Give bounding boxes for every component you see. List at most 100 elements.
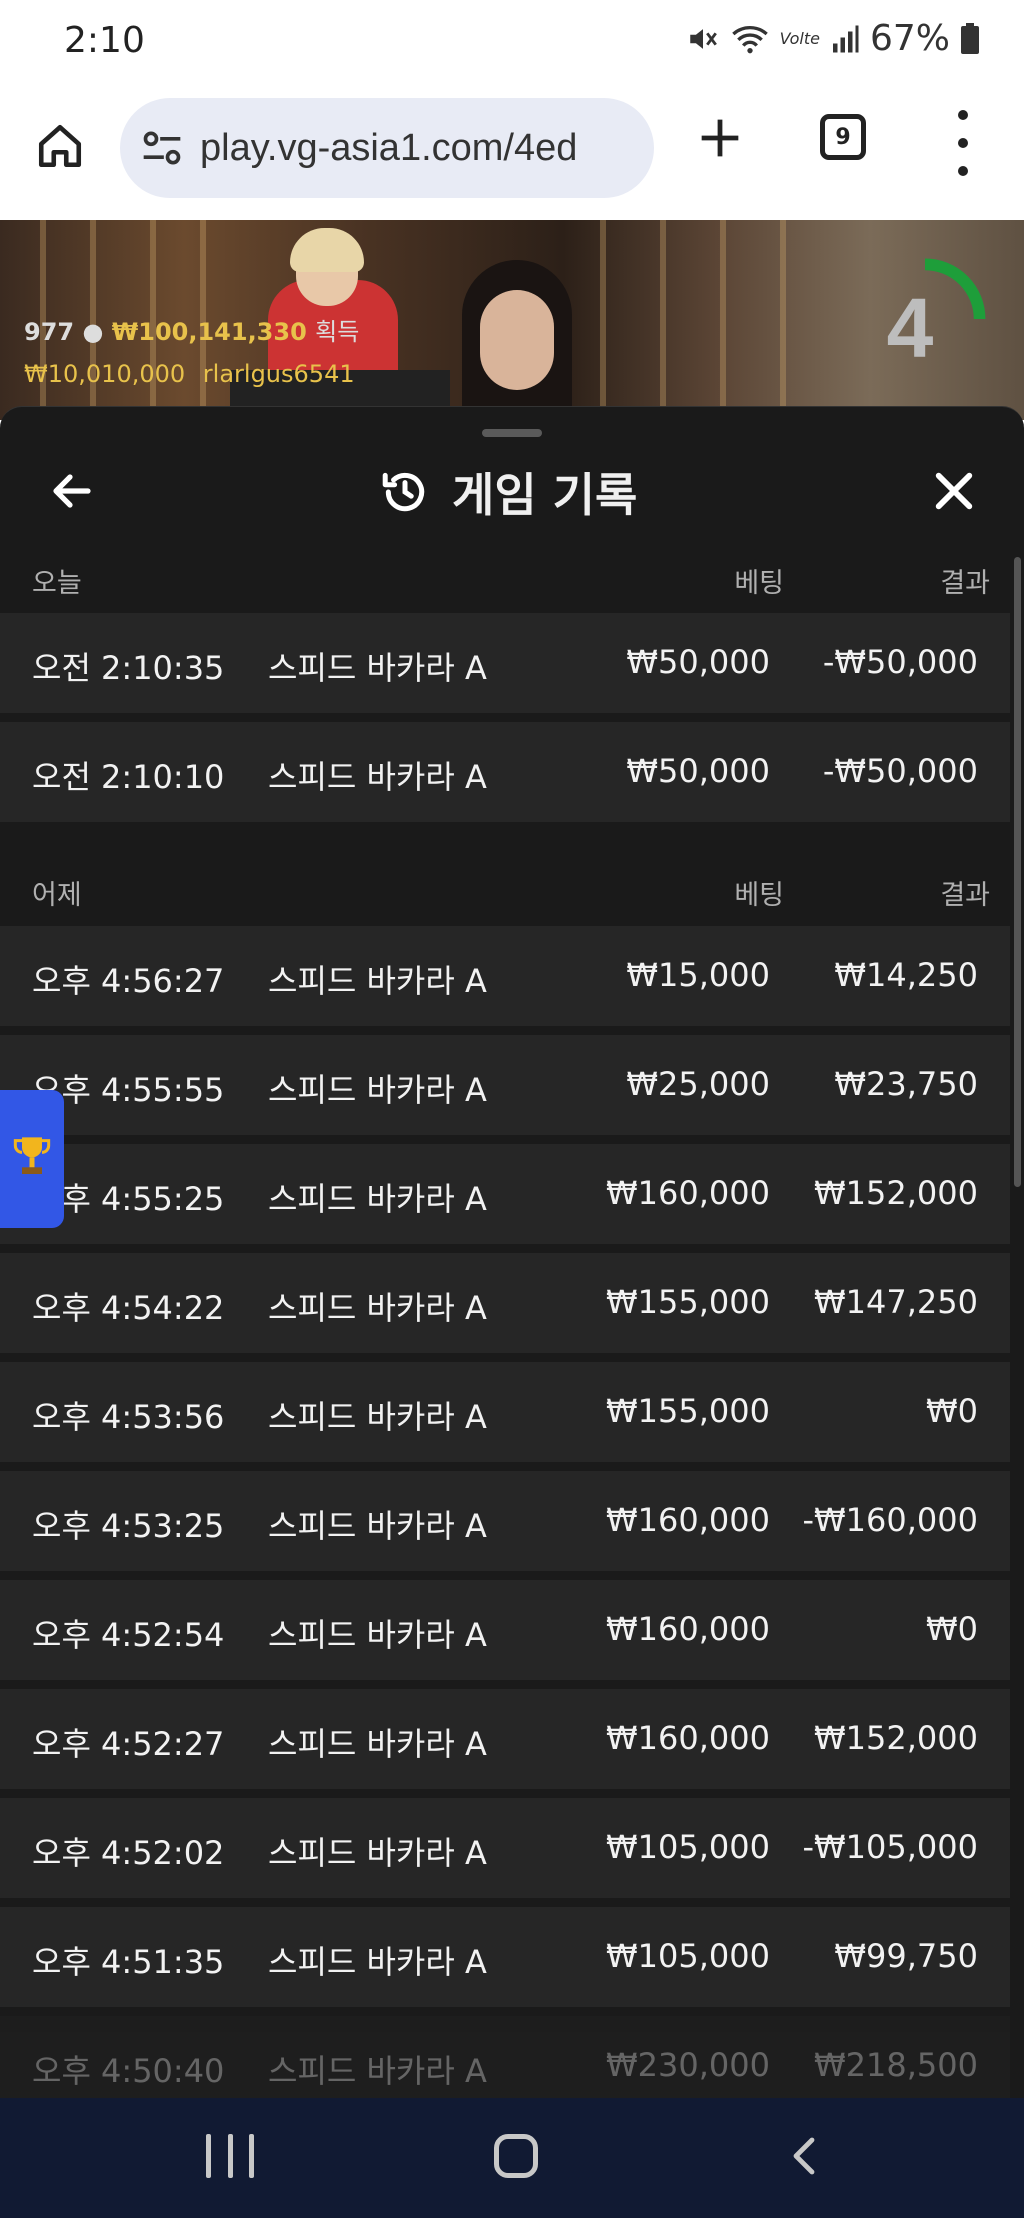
status-time: 2:10: [64, 20, 145, 61]
home-nav-button[interactable]: [494, 2134, 538, 2178]
row-time: 오후 4:54:22: [32, 1289, 225, 1327]
battery-percent: 67%: [869, 18, 950, 59]
game-history-sheet: 게임 기록 오늘 베팅 결과 오전 2:10:35 스피드 바카라 A ₩50,…: [0, 406, 1024, 2099]
history-row[interactable]: 오전 2:10:10 스피드 바카라 A ₩50,000 -₩50,000: [0, 722, 1010, 822]
arrow-left-icon: [53, 474, 91, 508]
players-count: 977: [24, 318, 75, 346]
row-game: 스피드 바카라 A: [268, 649, 487, 687]
mute-icon: [686, 22, 720, 56]
battery-icon: [960, 22, 980, 55]
history-row[interactable]: 오후 4:51:35 스피드 바카라 A ₩105,000 ₩99,750: [0, 1907, 1010, 2007]
row-time: 오후 4:53:25: [32, 1507, 225, 1545]
result-column-header: 결과: [940, 568, 990, 599]
history-row[interactable]: 오후 4:52:54 스피드 바카라 A ₩160,000 ₩0: [0, 1580, 1010, 1680]
close-button[interactable]: [924, 461, 984, 521]
status-bar: 2:10 Volte 67%: [0, 0, 1024, 84]
row-bet: ₩155,000: [606, 1283, 770, 1321]
total-amount: ₩100,141,330: [111, 318, 307, 346]
tab-switcher-button[interactable]: 9: [820, 114, 866, 160]
row-result: ₩147,250: [814, 1283, 978, 1321]
section-label: 오늘: [32, 568, 82, 599]
row-result: -₩50,000: [822, 752, 978, 790]
trophy-tab[interactable]: [0, 1090, 64, 1228]
history-row[interactable]: 오후 4:52:02 스피드 바카라 A ₩105,000 -₩105,000: [0, 1798, 1010, 1898]
row-game: 스피드 바카라 A: [268, 1507, 487, 1545]
trophy-icon: [13, 1137, 51, 1174]
site-settings-icon[interactable]: [140, 126, 184, 170]
history-row[interactable]: 오전 2:10:35 스피드 바카라 A ₩50,000 -₩50,000: [0, 613, 1010, 713]
wifi-icon: [730, 22, 770, 56]
url-text[interactable]: play.vg-asia1.com/4ed: [200, 127, 577, 170]
row-bet: ₩105,000: [606, 1937, 770, 1975]
sheet-title: 게임 기록: [380, 459, 637, 525]
drag-handle[interactable]: [482, 429, 542, 437]
history-row[interactable]: 오후 4:56:27 스피드 바카라 A ₩15,000 ₩14,250: [0, 926, 1010, 1026]
row-game: 스피드 바카라 A: [268, 1834, 487, 1872]
section-header-today: 오늘 베팅 결과: [0, 547, 1024, 609]
row-time: 오전 2:10:35: [32, 649, 225, 687]
row-game: 스피드 바카라 A: [268, 2052, 487, 2090]
row-bet: ₩160,000: [606, 1174, 770, 1212]
row-time: 오후 4:53:56: [32, 1398, 225, 1436]
row-result: ₩0: [926, 1610, 978, 1648]
back-button[interactable]: [44, 463, 100, 519]
result-column-header: 결과: [940, 880, 990, 911]
row-bet: ₩160,000: [606, 1719, 770, 1757]
history-row[interactable]: 오후 4:52:27 스피드 바카라 A ₩160,000 ₩152,000: [0, 1689, 1010, 1789]
address-bar[interactable]: play.vg-asia1.com/4ed: [120, 98, 654, 198]
live-video[interactable]: 977 ● ₩100,141,330 획득 ₩10,010,000 rlarlg…: [0, 220, 1024, 420]
bet-column-header: 베팅: [734, 880, 784, 911]
row-result: ₩152,000: [814, 1174, 978, 1212]
total-suffix: 획득: [315, 318, 360, 346]
row-game: 스피드 바카라 A: [268, 1398, 487, 1436]
winner-amount: ₩10,010,000: [24, 360, 186, 388]
menu-dot: [958, 166, 968, 176]
row-result: ₩99,750: [834, 1937, 978, 1975]
row-result: ₩14,250: [834, 956, 978, 994]
back-nav-button[interactable]: [782, 2132, 830, 2180]
system-nav-bar: [0, 2098, 1024, 2218]
row-game: 스피드 바카라 A: [268, 1180, 487, 1218]
row-time: 오후 4:52:02: [32, 1834, 225, 1872]
row-result: ₩218,500: [814, 2046, 978, 2084]
row-time: 오후 4:56:27: [32, 962, 225, 1000]
row-game: 스피드 바카라 A: [268, 1616, 487, 1654]
row-time: 오후 4:50:40: [32, 2052, 225, 2090]
row-bet: ₩155,000: [606, 1392, 770, 1430]
row-bet: ₩105,000: [606, 1828, 770, 1866]
row-game: 스피드 바카라 A: [268, 962, 487, 1000]
volte-label: Volte: [779, 29, 820, 48]
new-tab-button[interactable]: [690, 108, 750, 168]
row-bet: ₩50,000: [626, 752, 770, 790]
row-time: 오후 4:52:27: [32, 1725, 225, 1763]
history-row[interactable]: 오후 4:53:25 스피드 바카라 A ₩160,000 -₩160,000: [0, 1471, 1010, 1571]
close-icon: [935, 472, 973, 510]
row-bet: ₩230,000: [606, 2046, 770, 2084]
person-icon: ●: [82, 318, 104, 346]
players-total: 977 ● ₩100,141,330 획득: [24, 312, 359, 347]
history-row[interactable]: 오후 4:55:55 스피드 바카라 A ₩25,000 ₩23,750: [0, 1035, 1010, 1135]
row-result: -₩50,000: [822, 643, 978, 681]
sheet-title-text: 게임 기록: [452, 468, 638, 522]
row-time: 오전 2:10:10: [32, 758, 225, 796]
more-menu-button[interactable]: [948, 110, 978, 176]
history-row[interactable]: 오후 4:55:25 스피드 바카라 A ₩160,000 ₩152,000: [0, 1144, 1010, 1244]
section-header-yesterday: 어제 베팅 결과: [0, 859, 1024, 921]
recent-apps-button[interactable]: [206, 2134, 254, 2178]
row-bet: ₩50,000: [626, 643, 770, 681]
history-row[interactable]: 오후 4:54:22 스피드 바카라 A ₩155,000 ₩147,250: [0, 1253, 1010, 1353]
menu-dot: [958, 110, 968, 120]
history-icon: [382, 472, 425, 512]
history-row[interactable]: 오후 4:50:40 스피드 바카라 A ₩230,000 ₩218,500: [0, 2016, 1010, 2099]
browser-toolbar: play.vg-asia1.com/4ed 9: [0, 84, 1024, 220]
winner-row: ₩10,010,000 rlarlgus6541: [24, 360, 355, 388]
winner-name: rlarlgus6541: [202, 360, 355, 388]
row-result: -₩160,000: [802, 1501, 978, 1539]
history-row[interactable]: 오후 4:53:56 스피드 바카라 A ₩155,000 ₩0: [0, 1362, 1010, 1462]
row-bet: ₩160,000: [606, 1610, 770, 1648]
home-button[interactable]: [28, 114, 92, 178]
row-result: ₩0: [926, 1392, 978, 1430]
status-icons: Volte 67%: [686, 18, 980, 59]
row-game: 스피드 바카라 A: [268, 1071, 487, 1109]
row-result: ₩152,000: [814, 1719, 978, 1757]
